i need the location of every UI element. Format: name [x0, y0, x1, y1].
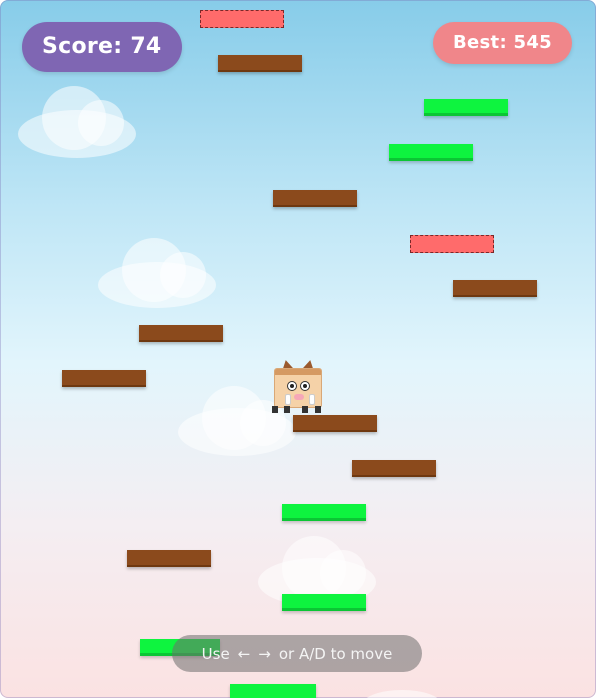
platform [352, 460, 436, 477]
spring-platform [230, 684, 316, 698]
player-boar [272, 358, 324, 414]
leg [284, 406, 290, 413]
tusk-icon [285, 394, 291, 405]
tusk-icon [309, 394, 315, 405]
platform [218, 55, 302, 72]
spring-platform [282, 594, 366, 611]
platform [127, 550, 211, 567]
left-arrow-icon: ← [237, 644, 251, 663]
eye-icon [300, 381, 310, 391]
snout-icon [294, 394, 304, 400]
leg [302, 406, 308, 413]
game-canvas[interactable]: Score: 74 Best: 545 Use ← → or A/D to mo… [0, 0, 596, 698]
platform [453, 280, 537, 297]
cloud [362, 690, 442, 698]
breakable-platform [200, 10, 284, 28]
best-score-display: Best: 545 [433, 22, 572, 64]
hint-suffix: or A/D to move [278, 644, 393, 663]
eye-icon [287, 381, 297, 391]
hint-prefix: Use [201, 644, 230, 663]
cloud [18, 86, 136, 158]
spring-platform [389, 144, 473, 161]
leg [315, 406, 321, 413]
spring-platform [424, 99, 508, 116]
cloud [98, 238, 216, 308]
score-display: Score: 74 [22, 22, 182, 72]
platform [62, 370, 146, 387]
right-arrow-icon: → [258, 644, 271, 663]
platform [139, 325, 223, 342]
controls-hint: Use ← → or A/D to move [172, 635, 422, 672]
platform [273, 190, 357, 207]
cloud [178, 386, 296, 456]
boar-head [274, 368, 322, 408]
platform [293, 415, 377, 432]
leg [272, 406, 278, 413]
breakable-platform [410, 235, 494, 253]
spring-platform [282, 504, 366, 521]
